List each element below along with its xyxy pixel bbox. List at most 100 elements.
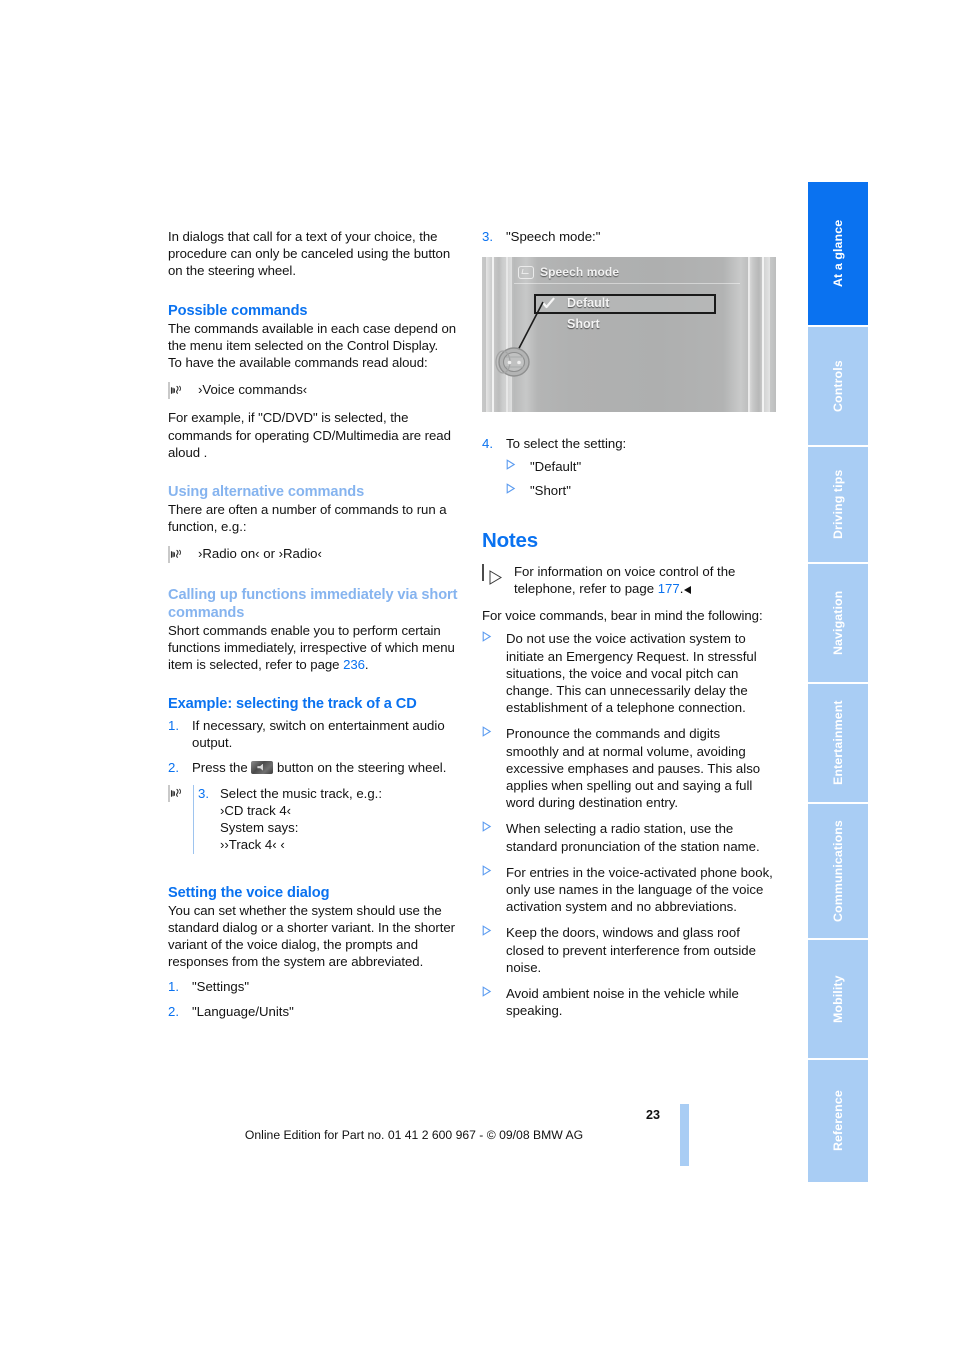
voice-command-text: ›Voice commands‹ xyxy=(198,382,308,398)
cd-pillar-left xyxy=(486,257,512,412)
example-steps-list: 1. If necessary, switch on entertainment… xyxy=(168,717,462,854)
step-3-line-3: System says: xyxy=(220,820,299,836)
imprint-line: Online Edition for Part no. 01 41 2 600 … xyxy=(244,1128,584,1142)
step-text: "Speech mode:" xyxy=(506,229,601,244)
idrive-controller-knob xyxy=(495,347,530,377)
note-text-suffix: . xyxy=(679,581,684,597)
intro-paragraph: In dialogs that call for a text of your … xyxy=(168,229,451,279)
voice-command-icon xyxy=(168,381,198,400)
cd-highlight-streak xyxy=(748,257,750,412)
tab-label: At a glance xyxy=(831,219,845,288)
short-commands-text-suffix: . xyxy=(364,657,369,673)
manual-page: In dialogs that call for a text of your … xyxy=(0,0,954,1350)
step-3-icon-rail xyxy=(168,784,198,854)
note-text: For information on voice control of the … xyxy=(514,563,776,597)
triangle-bullet-icon xyxy=(506,458,530,475)
list-item: When selecting a radio station, use the … xyxy=(482,820,776,854)
list-item-step-3: 3. Select the music track, e.g.: ›CD tra… xyxy=(168,784,462,854)
note-callout: For information on voice control of the … xyxy=(482,563,776,597)
cd-option-short[interactable]: Short xyxy=(567,317,600,331)
triangle-bullet-icon xyxy=(482,924,506,976)
chapter-tab-strip: At a glance Controls Driving tips Naviga… xyxy=(808,182,868,1182)
cd-selection-highlight[interactable] xyxy=(534,294,716,314)
list-item-step-2: 2. Press the button on the steering whee… xyxy=(168,759,462,776)
step-text: "Language/Units" xyxy=(192,1003,294,1019)
list-item-option-short: "Short" xyxy=(506,482,776,499)
heading-example-select-track: Example: selecting the track of a CD xyxy=(168,696,417,713)
alternative-commands-paragraph: There are often a number of commands to … xyxy=(168,502,447,535)
step-text-after: button on the steering wheel. xyxy=(273,759,447,775)
steering-wheel-button-icon xyxy=(251,760,274,774)
option-label: "Short" xyxy=(530,482,571,498)
step-3-line-1: Select the music track, e.g.: xyxy=(220,785,382,801)
triangle-bullet-icon xyxy=(482,725,506,811)
cd-pillar-right xyxy=(748,257,770,412)
possible-commands-paragraph-2: To have the available commands read alou… xyxy=(168,355,428,371)
heading-short-commands: Calling up functions immediately via sho… xyxy=(168,586,458,621)
step-number: 3. xyxy=(482,229,493,244)
page-reference-236[interactable]: 236 xyxy=(343,657,365,672)
list-item-step-4: 4. To select the setting: xyxy=(482,435,776,452)
voice-dialog-paragraph: You can set whether the system should us… xyxy=(168,902,455,970)
voice-dialog-steps-list: 1. "Settings" 2. "Language/Units" xyxy=(168,978,462,1019)
list-item-step-3-speech-mode: 3. "Speech mode:" xyxy=(482,228,776,245)
tab-label: Reference xyxy=(831,1090,845,1152)
step-text: "Settings" xyxy=(192,979,250,995)
possible-commands-paragraph-3: For example, if "CD/DVD" is selected, th… xyxy=(168,410,451,460)
triangle-bullet-icon xyxy=(482,630,506,716)
triangle-bullet-icon xyxy=(506,482,530,499)
notes-bullet-list: Do not use the voice activation system t… xyxy=(482,630,776,1019)
step-3-vertical-rule xyxy=(193,784,194,854)
cd-highlight-streak xyxy=(492,257,494,412)
tab-controls[interactable]: Controls xyxy=(808,327,868,447)
section-end-marker xyxy=(684,586,692,595)
tab-at-a-glance[interactable]: At a glance xyxy=(808,182,868,327)
left-column: In dialogs that call for a text of your … xyxy=(168,228,462,1020)
step-number: 2. xyxy=(168,759,179,775)
cd-header: Speech mode xyxy=(518,265,619,279)
triangle-bullet-icon xyxy=(482,864,506,916)
bullet-text: Pronounce the commands and digits smooth… xyxy=(506,726,761,811)
voice-command-row-commands: ›Voice commands‹ xyxy=(168,381,462,400)
list-item-step-1: 1. If necessary, switch on entertainment… xyxy=(168,717,462,751)
heading-setting-voice-dialog: Setting the voice dialog xyxy=(168,884,330,901)
step-number: 4. xyxy=(482,436,493,452)
voice-command-icon xyxy=(168,545,198,564)
tab-reference[interactable]: Reference xyxy=(808,1060,868,1182)
footer-edge-bar xyxy=(680,1104,689,1166)
step-4-options-list: "Default" "Short" xyxy=(506,458,776,498)
tab-entertainment[interactable]: Entertainment xyxy=(808,684,868,804)
tab-communications[interactable]: Communications xyxy=(808,804,868,940)
speech-mode-icon xyxy=(518,265,534,279)
step-3-line-4: ››Track 4‹ ‹ xyxy=(220,837,285,853)
control-display-screenshot: Speech mode Default Short xyxy=(482,257,776,412)
heading-alternative-commands: Using alternative commands xyxy=(168,484,365,501)
triangle-bullet-icon xyxy=(482,985,506,1019)
step-number: 2. xyxy=(168,1003,179,1019)
possible-commands-paragraph-1: The commands available in each case depe… xyxy=(168,320,457,353)
option-label: "Default" xyxy=(530,459,582,475)
step-text: If necessary, switch on entertainment au… xyxy=(192,718,445,751)
step-number: 1. xyxy=(168,718,179,734)
bullet-text: Do not use the voice activation system t… xyxy=(506,631,757,716)
tab-navigation[interactable]: Navigation xyxy=(808,564,868,684)
notes-lead-in: For voice commands, bear in mind the fol… xyxy=(482,608,763,624)
cd-option-default[interactable]: Default xyxy=(567,296,609,310)
list-item: Pronounce the commands and digits smooth… xyxy=(482,725,776,811)
heading-possible-commands: Possible commands xyxy=(168,302,308,319)
page-number: 23 xyxy=(645,1108,660,1122)
voice-command-row-radio: ›Radio on‹ or ›Radio‹ xyxy=(168,545,462,564)
voice-command-icon xyxy=(168,784,181,802)
list-item: Keep the doors, windows and glass roof c… xyxy=(482,924,776,976)
tab-mobility[interactable]: Mobility xyxy=(808,940,868,1060)
page-reference-177[interactable]: 177 xyxy=(658,581,680,596)
triangle-bullet-icon xyxy=(482,820,506,854)
step-number: 1. xyxy=(168,979,179,995)
list-item-option-default: "Default" xyxy=(506,458,776,475)
heading-notes: Notes xyxy=(482,528,538,552)
tab-driving-tips[interactable]: Driving tips xyxy=(808,447,868,564)
cd-highlight-streak xyxy=(762,257,764,412)
step-text: Press the button on the steering wheel. xyxy=(192,759,462,776)
list-item-settings: 1. "Settings" xyxy=(168,978,462,995)
bullet-text: When selecting a radio station, use the … xyxy=(506,821,760,854)
